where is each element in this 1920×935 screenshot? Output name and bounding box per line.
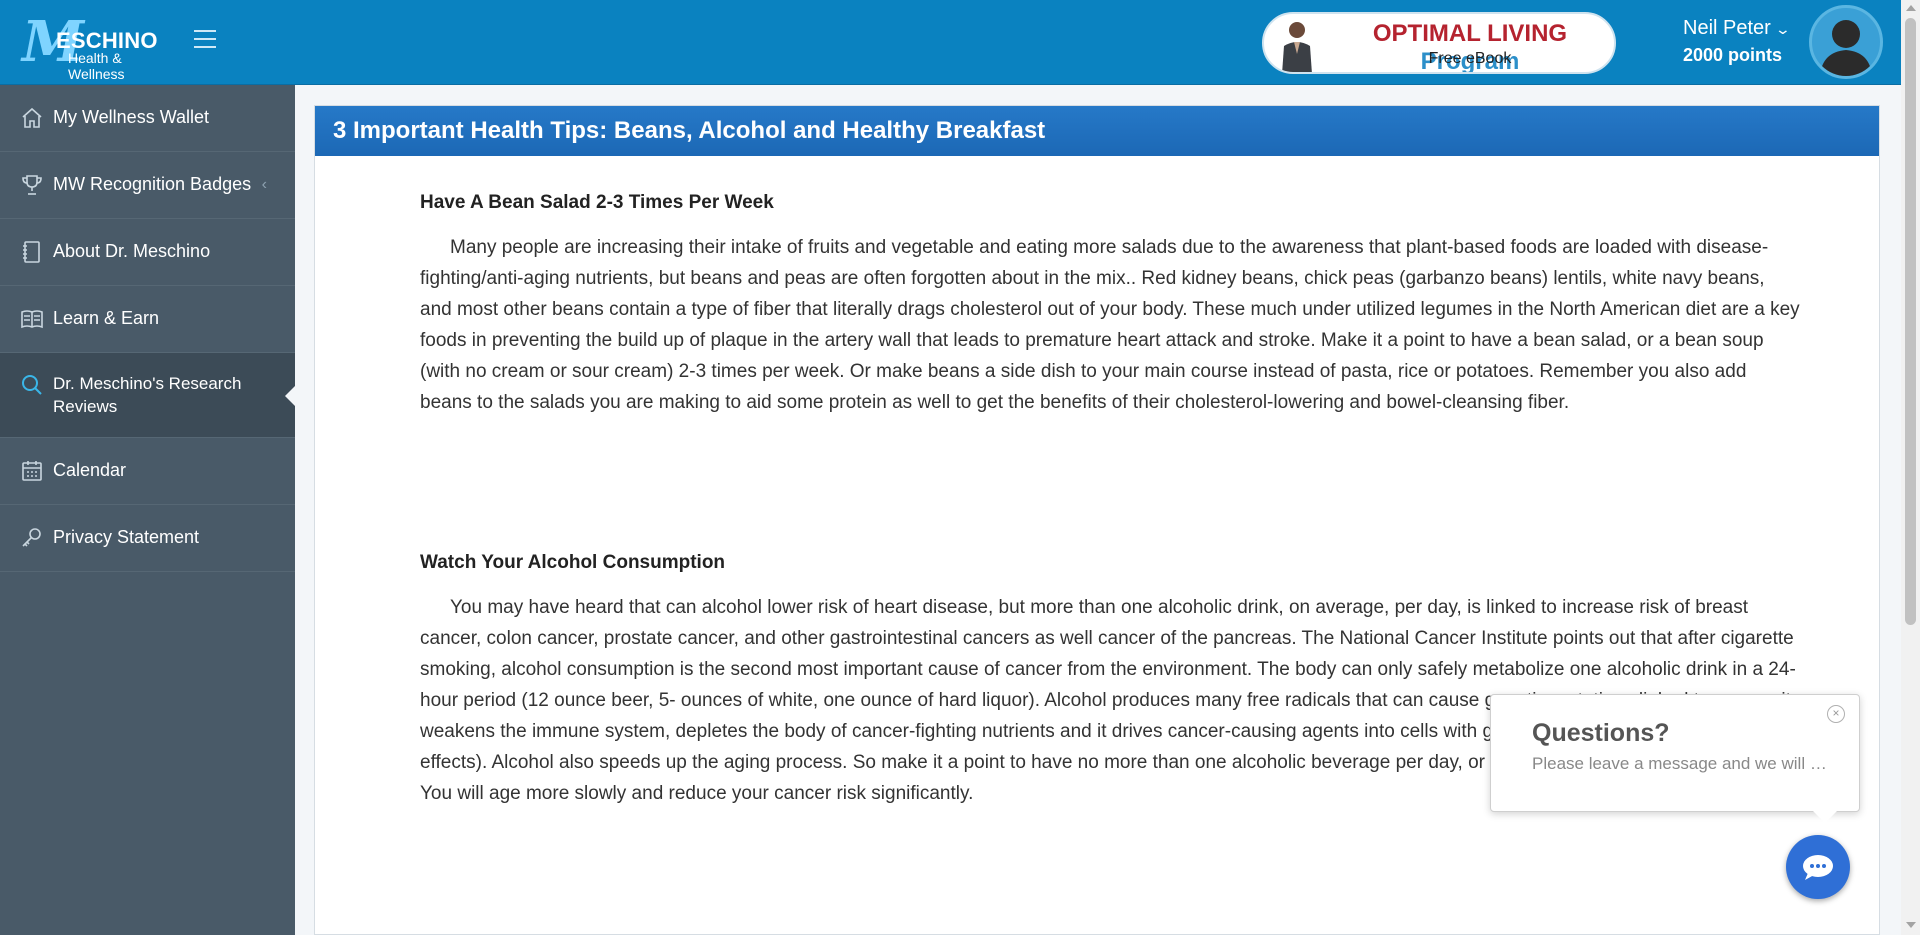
sidebar-item-label: Privacy Statement: [53, 527, 200, 547]
chevron-left-icon: ‹: [261, 176, 267, 193]
calendar-icon: [22, 461, 42, 481]
book-icon: [21, 310, 43, 329]
page-title: 3 Important Health Tips: Beans, Alcohol …: [315, 106, 1879, 156]
sidebar-item-label: Calendar: [53, 460, 127, 480]
sidebar-item-wellness-wallet[interactable]: My Wellness Wallet: [0, 85, 295, 152]
optimal-living-banner[interactable]: OPTIMAL LIVING Program Free eBook: [1262, 12, 1616, 74]
scroll-up-arrow-icon[interactable]: [1906, 5, 1916, 11]
chat-title: Questions?: [1532, 719, 1670, 747]
section-body: Many people are increasing their intake …: [420, 237, 1800, 413]
close-icon[interactable]: ×: [1827, 705, 1845, 723]
home-icon: [22, 107, 42, 128]
top-bar: M ESCHINO Health & Wellness OPTIMAL LIVI…: [0, 0, 1901, 85]
banner-subtitle: Free eBook: [1428, 50, 1512, 67]
logo-tagline: Health & Wellness: [68, 50, 125, 82]
sidebar-item-label: Dr. Meschino's Research Reviews: [53, 374, 242, 416]
sidebar-item-privacy[interactable]: Privacy Statement: [0, 505, 295, 572]
section-heading: Watch Your Alcohol Consumption: [420, 552, 726, 573]
user-menu[interactable]: Neil Peter ⌄ 2000 points: [1683, 16, 1791, 67]
user-points: 2000 points: [1683, 45, 1783, 65]
avatar[interactable]: [1809, 5, 1883, 79]
search-icon: [22, 375, 42, 395]
scroll-down-arrow-icon[interactable]: [1906, 922, 1916, 928]
article-section: Have A Bean Salad 2-3 Times Per Week Man…: [420, 192, 1800, 418]
user-silhouette-icon: [1820, 20, 1872, 76]
user-name: Neil Peter: [1683, 17, 1771, 39]
person-figure-icon: [1282, 22, 1312, 72]
user-name-row[interactable]: Neil Peter ⌄: [1683, 16, 1791, 41]
notebook-icon: [23, 241, 40, 263]
page-scrollbar[interactable]: [1901, 0, 1920, 935]
chevron-down-icon[interactable]: ⌄: [1774, 17, 1790, 41]
menu-toggle-icon[interactable]: [194, 30, 218, 52]
section-heading: Have A Bean Salad 2-3 Times Per Week: [420, 192, 774, 213]
sidebar-item-label: My Wellness Wallet: [53, 107, 210, 127]
chat-button[interactable]: [1786, 835, 1850, 899]
chat-bubble-icon: [1803, 855, 1833, 880]
sidebar-item-label: Learn & Earn: [53, 308, 160, 328]
sidebar-item-label: MW Recognition Badges: [53, 174, 252, 194]
sidebar: My Wellness Wallet MW Recognition Badges…: [0, 85, 296, 935]
trophy-icon: [22, 175, 42, 195]
sidebar-item-calendar[interactable]: Calendar: [0, 438, 295, 505]
banner-title-part1: OPTIMAL LIVING: [1372, 20, 1568, 47]
active-pointer: [285, 385, 296, 407]
sidebar-item-research-reviews[interactable]: Dr. Meschino's Research Reviews: [0, 353, 296, 438]
scrollbar-thumb[interactable]: [1905, 18, 1916, 625]
chat-tail: [1813, 811, 1837, 823]
meschino-logo[interactable]: M ESCHINO Health & Wellness: [22, 14, 182, 82]
key-icon: [22, 528, 41, 547]
chat-prompt[interactable]: Questions? Please leave a message and we…: [1490, 694, 1860, 823]
sidebar-item-learn-earn[interactable]: Learn & Earn: [0, 286, 295, 353]
chat-subtitle: Please leave a message and we will …: [1532, 754, 1827, 773]
sidebar-item-about[interactable]: About Dr. Meschino: [0, 219, 295, 286]
sidebar-item-label: About Dr. Meschino: [53, 241, 211, 261]
sidebar-item-recognition-badges[interactable]: MW Recognition Badges ‹: [0, 152, 295, 219]
